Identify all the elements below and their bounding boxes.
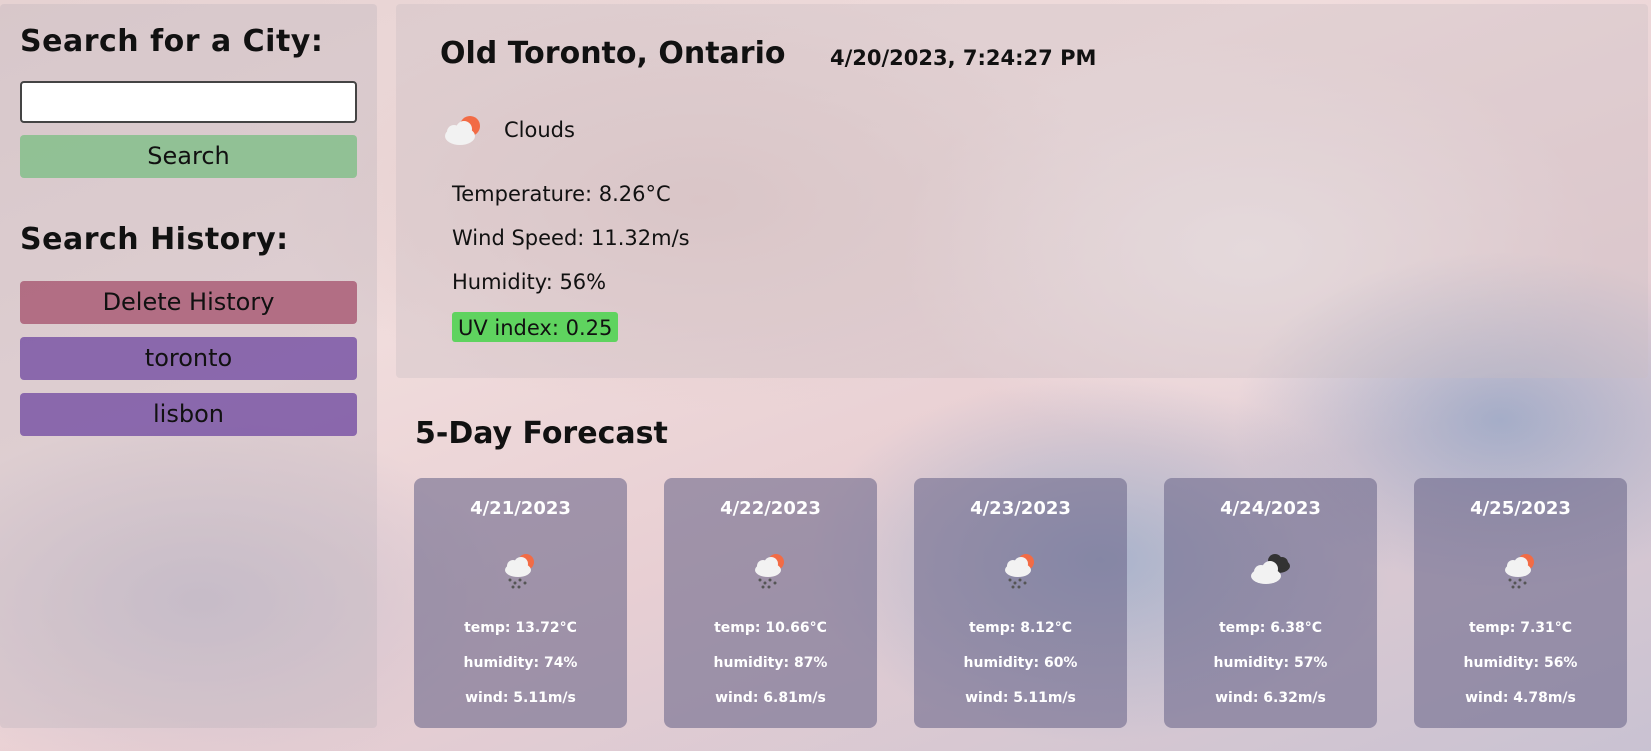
history-title: Search History: bbox=[20, 222, 289, 257]
forecast-wind: wind: 6.32m/s bbox=[1215, 690, 1326, 706]
rain-sun-icon bbox=[998, 550, 1042, 594]
search-title: Search for a City: bbox=[20, 24, 324, 59]
history-item-toronto[interactable]: toronto bbox=[20, 337, 357, 380]
forecast-card: 4/24/2023 temp: 6.38°C humidity: 57% win… bbox=[1164, 478, 1377, 728]
forecast-date: 4/21/2023 bbox=[470, 498, 571, 519]
rain-sun-icon bbox=[748, 550, 792, 594]
forecast-temp: temp: 10.66°C bbox=[714, 620, 827, 636]
wind-speed-text: Wind Speed: 11.32m/s bbox=[452, 226, 690, 250]
rain-sun-icon bbox=[498, 550, 542, 594]
forecast-date: 4/25/2023 bbox=[1470, 498, 1571, 519]
current-datetime: 4/20/2023, 7:24:27 PM bbox=[830, 46, 1097, 70]
forecast-temp: temp: 7.31°C bbox=[1468, 620, 1573, 636]
current-weather-panel: Old Toronto, Ontario 4/20/2023, 7:24:27 … bbox=[396, 4, 1648, 378]
forecast-humidity: humidity: 74% bbox=[463, 655, 578, 671]
forecast-temp: temp: 8.12°C bbox=[968, 620, 1073, 636]
forecast-date: 4/24/2023 bbox=[1220, 498, 1321, 519]
uv-index-badge: UV index: 0.25 bbox=[452, 312, 619, 342]
forecast-wind: wind: 5.11m/s bbox=[465, 690, 576, 706]
broken-clouds-icon bbox=[1248, 550, 1294, 594]
city-name: Old Toronto, Ontario bbox=[440, 36, 786, 71]
forecast-humidity: humidity: 57% bbox=[1213, 655, 1328, 671]
forecast-humidity: humidity: 60% bbox=[963, 655, 1078, 671]
forecast-temp: temp: 6.38°C bbox=[1218, 620, 1323, 636]
forecast-temp: temp: 13.72°C bbox=[464, 620, 577, 636]
sidebar: Search for a City: Search Search History… bbox=[0, 4, 377, 728]
condition-text: Clouds bbox=[504, 118, 575, 142]
forecast-card: 4/21/2023 temp: 13.72°C humidity: 74% wi… bbox=[414, 478, 627, 728]
forecast-card: 4/25/2023 temp: 7.31°C humidity: 56% win… bbox=[1414, 478, 1627, 728]
forecast-date: 4/23/2023 bbox=[970, 498, 1071, 519]
history-item-lisbon[interactable]: lisbon bbox=[20, 393, 357, 436]
forecast-card: 4/23/2023 temp: 8.12°C humidity: 60% win… bbox=[914, 478, 1127, 728]
forecast-humidity: humidity: 56% bbox=[1463, 655, 1578, 671]
forecast-humidity: humidity: 87% bbox=[713, 655, 828, 671]
forecast-wind: wind: 4.78m/s bbox=[1465, 690, 1576, 706]
forecast-wind: wind: 6.81m/s bbox=[715, 690, 826, 706]
rain-sun-icon bbox=[1498, 550, 1542, 594]
delete-history-button[interactable]: Delete History bbox=[20, 281, 357, 324]
partly-cloudy-icon bbox=[440, 112, 486, 152]
search-input[interactable] bbox=[20, 81, 357, 123]
search-button[interactable]: Search bbox=[20, 135, 357, 178]
forecast-title: 5-Day Forecast bbox=[415, 416, 668, 451]
forecast-card: 4/22/2023 temp: 10.66°C humidity: 87% wi… bbox=[664, 478, 877, 728]
forecast-wind: wind: 5.11m/s bbox=[965, 690, 1076, 706]
humidity-text: Humidity: 56% bbox=[452, 270, 607, 294]
forecast-date: 4/22/2023 bbox=[720, 498, 821, 519]
temperature-text: Temperature: 8.26°C bbox=[452, 182, 671, 206]
